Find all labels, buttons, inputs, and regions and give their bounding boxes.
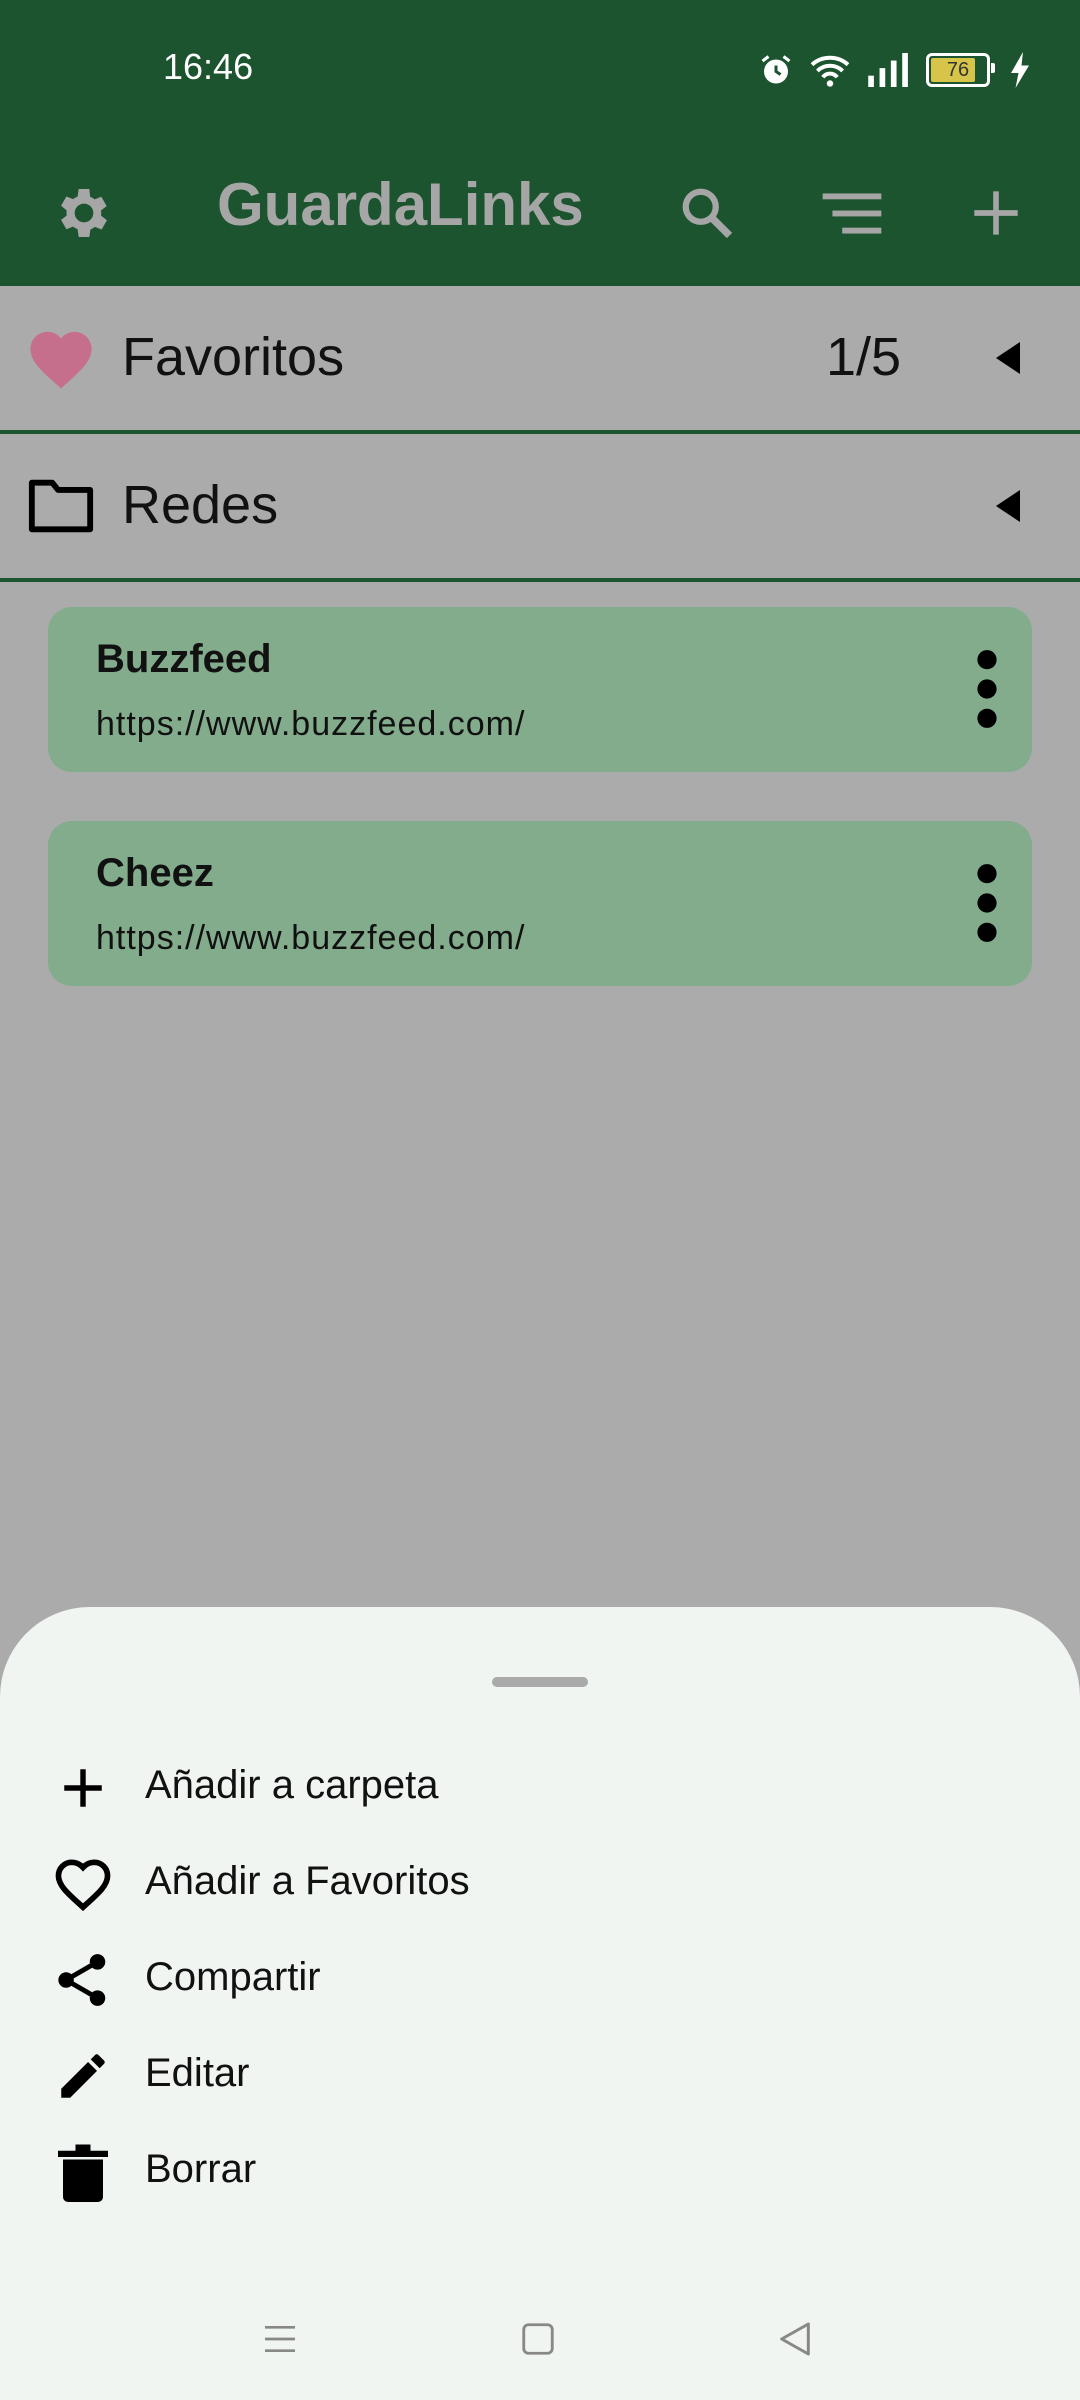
- menu-icon: [265, 2326, 295, 2352]
- plus-icon: [50, 1755, 116, 1821]
- drag-handle[interactable]: [492, 1677, 588, 1687]
- settings-button[interactable]: [44, 173, 124, 253]
- sort-icon: [822, 193, 882, 234]
- sheet-item-delete[interactable]: Borrar: [0, 2121, 1080, 2217]
- nav-menu-button[interactable]: [250, 2309, 310, 2369]
- link-title: Buzzfeed: [96, 637, 272, 681]
- sheet-item-label: Compartir: [145, 1955, 321, 1999]
- status-time: 16:46: [163, 46, 254, 87]
- link-title: Cheez: [96, 851, 214, 895]
- group-label: Favoritos: [122, 327, 345, 387]
- more-vert-icon[interactable]: [972, 863, 1002, 943]
- more-vert-icon[interactable]: [972, 649, 1002, 729]
- group-favoritos[interactable]: Favoritos 1/5: [0, 286, 1080, 434]
- sheet-item-edit[interactable]: Editar: [0, 2025, 1080, 2121]
- heart-outline-icon: [50, 1851, 116, 1917]
- sheet-item-label: Añadir a carpeta: [145, 1763, 439, 1807]
- sheet-item-label: Editar: [145, 2051, 250, 2095]
- battery-level: 76: [946, 58, 970, 81]
- battery-icon: 76: [926, 53, 995, 87]
- system-nav-bar: [0, 2285, 1080, 2400]
- alarm-icon: [761, 55, 791, 84]
- back-triangle-icon: [780, 2322, 810, 2356]
- status-icons: 76: [758, 50, 1030, 90]
- app-bar: GuardaLinks: [0, 140, 1080, 286]
- gear-icon: [61, 189, 107, 237]
- square-icon: [522, 2323, 554, 2355]
- bottom-sheet: Añadir a carpeta Añadir a Favoritos Comp…: [0, 1607, 1080, 2400]
- search-button[interactable]: [667, 173, 747, 253]
- add-button[interactable]: [956, 173, 1036, 253]
- sort-button[interactable]: [812, 173, 892, 253]
- wifi-icon: [810, 55, 850, 87]
- folder-icon: [28, 479, 94, 533]
- search-icon: [682, 188, 733, 239]
- signal-icon: [868, 53, 908, 87]
- link-card[interactable]: Cheez https://www.buzzfeed.com/: [48, 821, 1032, 986]
- link-url: https://www.buzzfeed.com/: [96, 919, 526, 957]
- charging-icon: [1011, 52, 1029, 88]
- group-redes[interactable]: Redes: [0, 434, 1080, 582]
- sheet-item-share[interactable]: Compartir: [0, 1929, 1080, 2025]
- share-icon: [50, 1947, 116, 2013]
- heart-icon: [30, 331, 92, 389]
- pencil-icon: [50, 2043, 116, 2109]
- status-bar: 16:46 76: [0, 0, 1080, 140]
- caret-left-icon[interactable]: [996, 490, 1020, 522]
- group-count: 1/5: [826, 327, 902, 387]
- link-card[interactable]: Buzzfeed https://www.buzzfeed.com/: [48, 607, 1032, 772]
- nav-back-button[interactable]: [765, 2309, 825, 2369]
- nav-home-button[interactable]: [508, 2309, 568, 2369]
- app-title: GuardaLinks: [217, 171, 584, 238]
- group-label: Redes: [122, 475, 279, 535]
- caret-left-icon[interactable]: [996, 342, 1020, 374]
- link-url: https://www.buzzfeed.com/: [96, 705, 526, 743]
- trash-icon: [50, 2139, 116, 2205]
- sheet-item-add-to-favorites[interactable]: Añadir a Favoritos: [0, 1833, 1080, 1929]
- sheet-item-add-to-folder[interactable]: Añadir a carpeta: [0, 1737, 1080, 1833]
- plus-icon: [974, 191, 1018, 235]
- sheet-item-label: Añadir a Favoritos: [145, 1859, 470, 1903]
- sheet-item-label: Borrar: [145, 2147, 257, 2191]
